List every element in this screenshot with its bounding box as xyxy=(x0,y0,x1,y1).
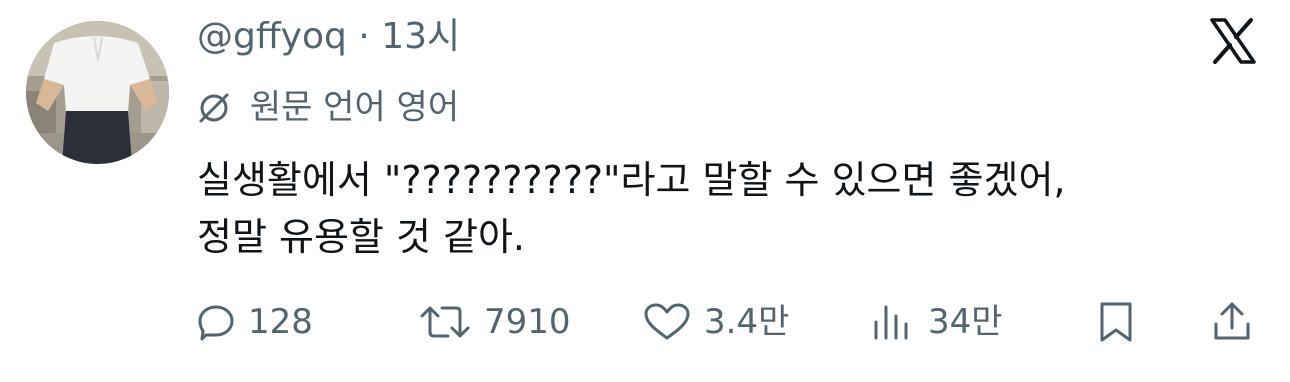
heart-icon xyxy=(644,303,690,340)
like-button[interactable]: 3.4만 xyxy=(642,295,789,349)
tweet-time[interactable]: 13시 xyxy=(381,16,460,57)
reply-button[interactable]: 128 xyxy=(196,295,313,349)
header-separator: · xyxy=(358,16,370,57)
translate-label: 원문 언어 영어 xyxy=(249,87,460,128)
avatar[interactable] xyxy=(26,21,169,164)
action-bar: 128 7910 3.4만 34만 xyxy=(0,295,1290,349)
speech-bubble-icon xyxy=(198,305,234,341)
retweet-button[interactable]: 7910 xyxy=(418,295,571,349)
views-button[interactable]: 34만 xyxy=(870,295,1003,349)
user-handle[interactable]: @gffyoq xyxy=(197,16,347,57)
share-icon xyxy=(1214,302,1250,340)
views-count: 34만 xyxy=(928,302,1003,342)
like-count: 3.4만 xyxy=(704,302,790,342)
globe-slash-icon xyxy=(199,93,229,122)
share-button[interactable] xyxy=(1210,295,1254,349)
bar-chart-icon xyxy=(874,305,908,340)
retweet-count: 7910 xyxy=(484,302,571,342)
reply-count: 128 xyxy=(248,302,313,342)
tweet-text: 실생활에서 "??????????"라고 말할 수 있으면 좋겠어, 정말 유용… xyxy=(197,158,1066,259)
x-logo-icon xyxy=(1208,16,1258,66)
tweet-header: @gffyoq · 13시 xyxy=(197,18,460,55)
translate-row[interactable]: 원문 언어 영어 xyxy=(197,89,459,125)
bookmark-icon xyxy=(1100,302,1132,342)
retweet-icon xyxy=(420,306,470,338)
bookmark-button[interactable] xyxy=(1096,295,1136,349)
